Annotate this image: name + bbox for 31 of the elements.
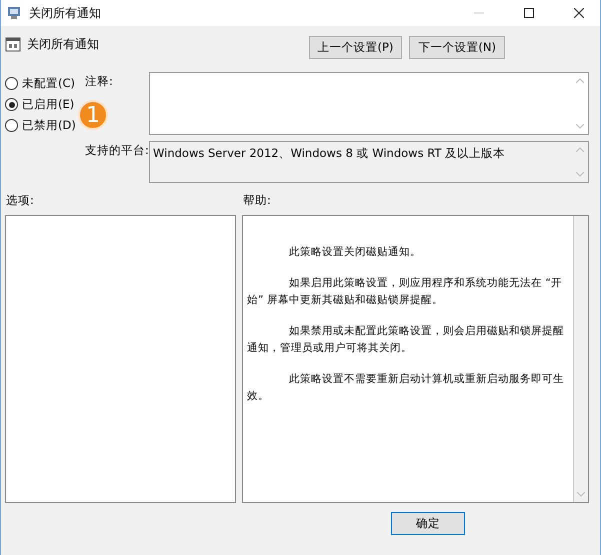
setting-title: 关闭所有通知	[27, 36, 99, 53]
platform-label: 支持的平台:	[85, 142, 149, 158]
comment-field[interactable]	[149, 72, 589, 135]
scroll-down-icon[interactable]	[576, 124, 584, 129]
window-title: 关闭所有通知	[29, 4, 101, 22]
platform-text: Windows Server 2012、Windows 8 或 Windows RT 及以上版本	[153, 145, 506, 162]
help-paragraph: 如果禁用或未配置此策略设置，则会启用磁贴和锁屏提醒通知，管理员或用户可将其关闭。	[247, 324, 565, 356]
comment-label: 注释:	[85, 73, 114, 89]
radio-button[interactable]	[5, 77, 18, 90]
ok-button[interactable]: 确定	[391, 512, 465, 535]
previous-setting-button[interactable]: 上一个设置(P)	[308, 36, 402, 59]
radio-button[interactable]	[5, 98, 18, 111]
scroll-up-icon[interactable]	[576, 147, 584, 152]
scroll-down-icon[interactable]	[577, 492, 585, 497]
callout-badge: 1	[78, 100, 108, 130]
radio-button[interactable]	[5, 119, 18, 132]
policy-setting-icon	[5, 36, 21, 52]
help-paragraph: 如果启用此策略设置，则应用程序和系统功能无法在 “开始” 屏幕中更新其磁贴和磁贴锁屏提醒。	[247, 276, 563, 308]
policy-icon	[7, 6, 23, 20]
options-label: 选项:	[5, 193, 35, 209]
close-icon[interactable]	[574, 8, 584, 18]
maximize-icon[interactable]	[524, 8, 534, 18]
help-paragraph: 此策略设置关闭磁贴通知。	[288, 245, 422, 260]
help-paragraph: 此策略设置不需要重新启动计算机或重新启动服务即可生效。	[247, 372, 565, 404]
radio-label[interactable]: 已禁用(D)	[22, 118, 76, 133]
radio-label[interactable]: 未配置(C)	[22, 76, 76, 91]
scroll-down-icon[interactable]	[576, 172, 584, 177]
scroll-up-icon[interactable]	[576, 78, 584, 83]
help-label: 帮助:	[242, 193, 272, 209]
radio-label[interactable]: 已启用(E)	[22, 97, 74, 112]
next-setting-button[interactable]: 下一个设置(N)	[409, 36, 505, 59]
